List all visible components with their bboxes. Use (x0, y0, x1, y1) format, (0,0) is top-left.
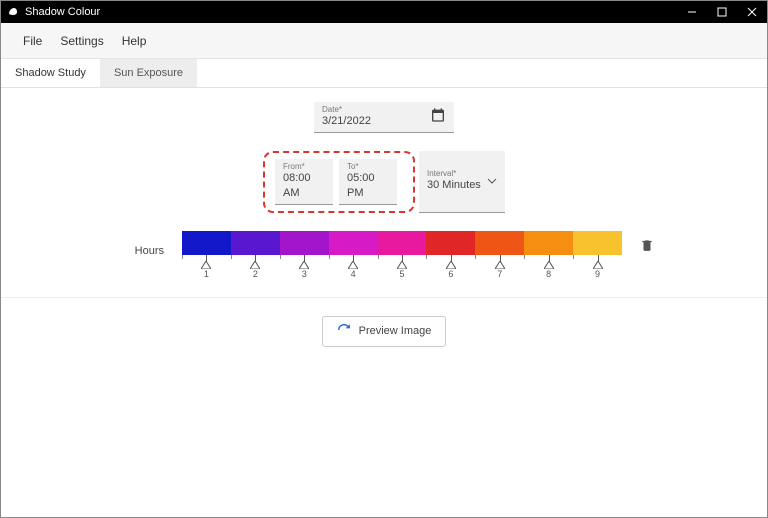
color-segment (329, 231, 378, 255)
content-area: Date* 3/21/2022 From* 08:00 AM To* 05:00… (1, 88, 767, 517)
tick-label: 6 (448, 269, 453, 279)
preview-image-button[interactable]: Preview Image (322, 316, 447, 347)
tick: 2 (231, 255, 280, 277)
to-label: To* (347, 163, 389, 171)
color-segment (524, 231, 573, 255)
calendar-icon[interactable] (430, 107, 446, 128)
app-window: Shadow Colour File Settings Help Shadow … (0, 0, 768, 518)
to-time-input[interactable]: To* 05:00 PM (339, 159, 397, 205)
menu-file[interactable]: File (23, 34, 42, 48)
tab-shadow-study[interactable]: Shadow Study (1, 59, 100, 87)
tabs: Shadow Study Sun Exposure (1, 59, 767, 88)
tick: 4 (329, 255, 378, 277)
tick: 6 (426, 255, 475, 277)
preview-button-label: Preview Image (359, 325, 432, 337)
tick: 5 (378, 255, 427, 277)
date-value: 3/21/2022 (322, 114, 371, 128)
color-segment (280, 231, 329, 255)
tick: 3 (280, 255, 329, 277)
tick: 9 (573, 255, 622, 277)
app-icon (7, 5, 19, 20)
tab-sun-exposure[interactable]: Sun Exposure (100, 59, 197, 87)
refresh-icon (337, 323, 351, 340)
menubar: File Settings Help (1, 23, 767, 59)
color-legend: 1 2 3 4 5 6 7 8 9 (182, 231, 622, 277)
hours-axis-label: Hours (114, 245, 164, 257)
tick: 1 (182, 255, 231, 277)
tick-label: 9 (595, 269, 600, 279)
from-label: From* (283, 163, 325, 171)
interval-label: Interval* (427, 170, 481, 178)
date-label: Date* (322, 106, 371, 114)
date-input[interactable]: Date* 3/21/2022 (314, 102, 454, 133)
color-segment (231, 231, 280, 255)
tick: 8 (524, 255, 573, 277)
color-segment (573, 231, 622, 255)
tick-label: 2 (253, 269, 258, 279)
tick-label: 3 (302, 269, 307, 279)
tick-label: 1 (204, 269, 209, 279)
color-segment (426, 231, 475, 255)
close-button[interactable] (737, 1, 767, 23)
color-segment (475, 231, 524, 255)
titlebar: Shadow Colour (1, 1, 767, 23)
tick-label: 7 (497, 269, 502, 279)
maximize-button[interactable] (707, 1, 737, 23)
color-segment (378, 231, 427, 255)
interval-value: 30 Minutes (427, 178, 481, 192)
chevron-down-icon (487, 173, 497, 191)
delete-legend-button[interactable] (640, 237, 654, 258)
app-title: Shadow Colour (25, 6, 100, 18)
tick: 7 (475, 255, 524, 277)
menu-help[interactable]: Help (122, 34, 147, 48)
time-range-highlight: From* 08:00 AM To* 05:00 PM (263, 151, 415, 213)
minimize-button[interactable] (677, 1, 707, 23)
tick-label: 5 (399, 269, 404, 279)
tick-label: 8 (546, 269, 551, 279)
interval-select[interactable]: Interval* 30 Minutes (419, 151, 505, 213)
from-time-input[interactable]: From* 08:00 AM (275, 159, 333, 205)
color-segment (182, 231, 231, 255)
to-value: 05:00 PM (347, 171, 389, 200)
menu-settings[interactable]: Settings (60, 34, 103, 48)
from-value: 08:00 AM (283, 171, 325, 200)
tick-label: 4 (351, 269, 356, 279)
